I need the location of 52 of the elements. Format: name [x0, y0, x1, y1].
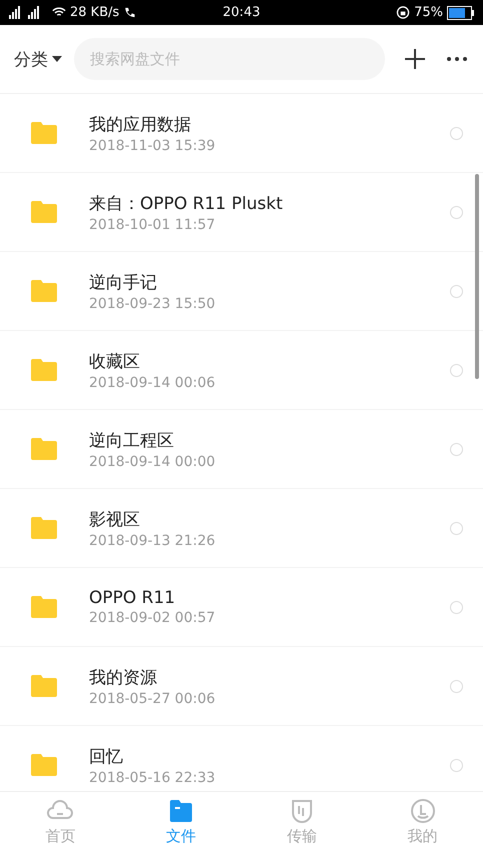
folder-item[interactable]: 逆向工程区 2018-09-14 00:00: [0, 410, 483, 489]
folder-name: 我的资源: [89, 666, 158, 688]
folder-name: 逆向工程区: [89, 430, 175, 452]
folder-item[interactable]: 影视区 2018-09-13 21:26: [0, 489, 483, 568]
folder-icon: [30, 753, 58, 777]
folder-icon: [30, 595, 58, 619]
select-radio[interactable]: [450, 284, 463, 298]
folder-name: 回忆: [89, 746, 124, 768]
folder-icon: [30, 516, 58, 540]
clock: 20:43: [222, 5, 260, 20]
folder-date: 2018-05-16 22:33: [89, 770, 216, 786]
battery-percent: 75%: [414, 5, 443, 20]
folder-item[interactable]: 我的资源 2018-05-27 00:06: [0, 647, 483, 726]
folder-icon: [30, 674, 58, 698]
folder-name: 影视区: [89, 508, 141, 530]
folder-date: 2018-10-01 11:57: [89, 216, 216, 232]
folder-date: 2018-09-23 15:50: [89, 296, 216, 312]
search-field[interactable]: 搜索网盘文件: [74, 38, 385, 80]
folder-name: 来自：OPPO R11 Pluskt: [89, 192, 284, 214]
folder-date: 2018-09-02 00:57: [89, 610, 216, 626]
folder-icon: [30, 121, 58, 145]
select-radio[interactable]: [450, 600, 463, 614]
select-radio[interactable]: [450, 126, 463, 140]
folder-date: 2018-09-14 00:06: [89, 374, 216, 390]
select-radio[interactable]: [450, 758, 463, 772]
folder-name: OPPO R11: [89, 588, 176, 608]
folder-date: 2018-05-27 00:06: [89, 690, 216, 706]
folder-name: 我的应用数据: [89, 114, 192, 136]
network-speed: 28 KB/s: [70, 5, 120, 20]
folder-icon: [30, 279, 58, 303]
clock-face-icon: [408, 797, 437, 825]
select-radio[interactable]: [450, 522, 463, 534]
folder-item[interactable]: 我的应用数据 2018-11-03 15:39: [0, 94, 483, 173]
select-radio[interactable]: [450, 206, 463, 218]
caret-icon: [52, 56, 62, 62]
folder-date: 2018-11-03 15:39: [89, 138, 216, 154]
select-radio[interactable]: [450, 680, 463, 692]
folder-date: 2018-09-13 21:26: [89, 532, 216, 548]
phone-icon: [123, 6, 138, 19]
category-dropdown[interactable]: 分类: [14, 48, 62, 70]
select-radio[interactable]: [450, 442, 463, 456]
select-radio[interactable]: [450, 364, 463, 376]
battery-icon: [447, 6, 475, 20]
folder-name: 收藏区: [89, 350, 141, 372]
rotation-lock-icon: [396, 6, 410, 19]
add-icon[interactable]: [403, 47, 427, 71]
folder-name: 逆向手记: [89, 272, 158, 294]
folder-item[interactable]: OPPO R11 2018-09-02 00:57: [0, 568, 483, 647]
folder-icon: [30, 200, 58, 224]
folder-icon: [30, 358, 58, 382]
folder-icon: [30, 437, 58, 461]
folder-date: 2018-09-14 00:00: [89, 454, 216, 470]
